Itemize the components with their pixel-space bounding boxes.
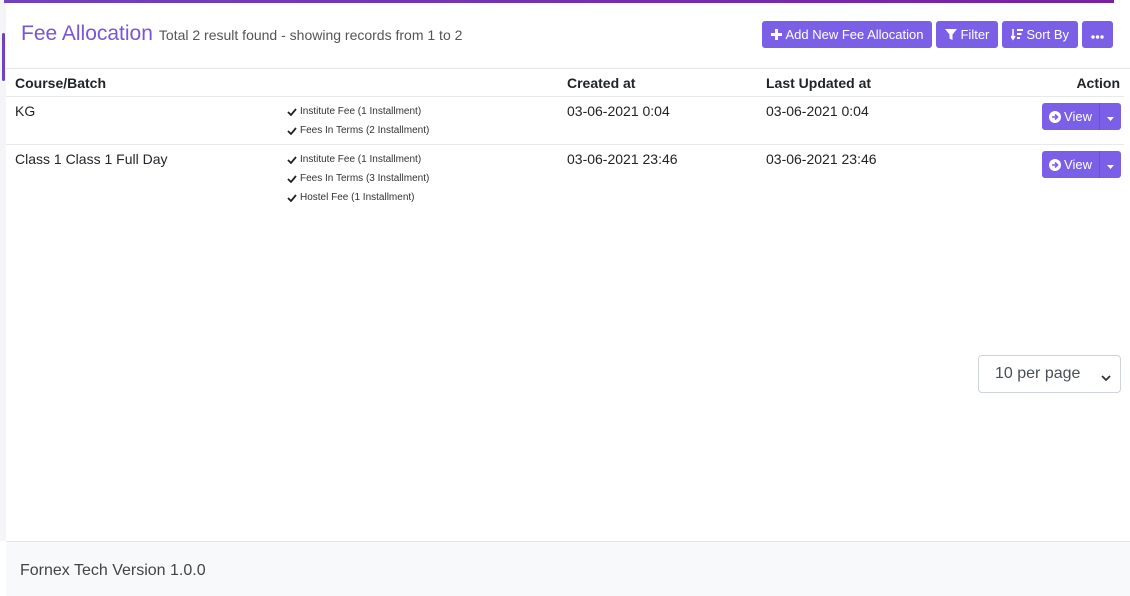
fee-item-label: Institute Fee (1 Installment) [300, 106, 422, 117]
fee-item-label: Fees In Terms (2 Installment) [300, 125, 430, 136]
fee-item: Fees In Terms (2 Installment) [287, 121, 549, 140]
fee-item-label: Institute Fee (1 Installment) [300, 154, 422, 165]
fees-cell: Institute Fee (1 Installment) Fees In Te… [278, 96, 558, 145]
view-dropdown-toggle[interactable] [1099, 103, 1121, 130]
arrow-circle-right-icon [1049, 110, 1062, 123]
footer-version-text: Fornex Tech Version 1.0.0 [20, 562, 206, 579]
fee-allocation-table: Course/Batch Created at Last Updated at … [6, 69, 1124, 211]
toolbar: Add New Fee Allocation Filter Sort By [762, 21, 1113, 48]
table-row: KG Institute Fee (1 Installment) Fees In… [6, 96, 1124, 145]
updated-at-cell: 03-06-2021 0:04 [757, 96, 1025, 145]
per-page-select[interactable]: 10 per page [978, 355, 1121, 393]
updated-at-cell: 03-06-2021 23:46 [766, 151, 877, 167]
fee-item: Institute Fee (1 Installment) [287, 150, 549, 169]
caret-down-icon [1107, 109, 1114, 124]
fee-item-label: Fees In Terms (3 Installment) [300, 173, 430, 184]
column-header-action: Action [1025, 69, 1124, 97]
created-at-cell: 03-06-2021 0:04 [558, 96, 757, 145]
page-title-text: Fee Allocation [21, 22, 153, 45]
check-icon [287, 107, 297, 116]
course-cell: Class 1 Class 1 Full Day [15, 151, 168, 167]
table-header-row: Course/Batch Created at Last Updated at … [6, 69, 1124, 97]
arrow-circle-right-icon [1049, 158, 1062, 171]
per-page-value: 10 per page [995, 365, 1081, 382]
page-header: Fee Allocation Total 2 result found - sho… [6, 3, 1130, 69]
fee-item-label: Hostel Fee (1 Installment) [300, 192, 415, 203]
column-header-created: Created at [558, 69, 757, 97]
check-icon [287, 155, 297, 164]
chevron-down-icon [1101, 369, 1111, 387]
view-button-label: View [1064, 157, 1092, 172]
view-split-button: View [1042, 103, 1121, 130]
action-cell: View [1025, 96, 1124, 145]
created-at-cell: 03-06-2021 23:46 [567, 151, 678, 167]
caret-down-icon [1107, 157, 1114, 172]
check-icon [287, 126, 297, 135]
table-row: Class 1 Class 1 Full Day Institute Fee (… [6, 145, 1124, 212]
page-title: Fee Allocation Total 2 result found - sho… [21, 22, 462, 46]
fee-item: Hostel Fee (1 Installment) [287, 188, 549, 207]
view-button-label: View [1064, 109, 1092, 124]
footer: Fornex Tech Version 1.0.0 [6, 541, 1130, 596]
add-fee-allocation-button[interactable]: Add New Fee Allocation [762, 21, 933, 48]
plus-icon [771, 29, 783, 40]
ellipsis-icon [1091, 27, 1104, 42]
more-options-button[interactable] [1082, 21, 1113, 48]
filter-icon [945, 28, 958, 41]
view-split-button: View [1042, 151, 1121, 178]
view-button[interactable]: View [1042, 151, 1099, 178]
view-dropdown-toggle[interactable] [1099, 151, 1121, 178]
fee-list: Institute Fee (1 Installment) Fees In Te… [287, 102, 549, 140]
column-header-course: Course/Batch [6, 69, 278, 97]
check-icon [287, 193, 297, 202]
filter-label: Filter [960, 27, 990, 42]
result-summary: Total 2 result found - showing records f… [158, 27, 463, 43]
view-button[interactable]: View [1042, 103, 1099, 130]
fee-list: Institute Fee (1 Installment) Fees In Te… [287, 150, 549, 207]
active-indicator [2, 33, 5, 81]
filter-button[interactable]: Filter [936, 21, 999, 48]
sort-icon [1011, 28, 1024, 41]
fee-item: Fees In Terms (3 Installment) [287, 169, 549, 188]
check-icon [287, 174, 297, 183]
add-fee-allocation-label: Add New Fee Allocation [785, 27, 924, 42]
action-cell: View [1025, 145, 1124, 212]
fees-cell: Institute Fee (1 Installment) Fees In Te… [278, 145, 558, 212]
column-header-fees [278, 69, 558, 97]
column-header-updated: Last Updated at [757, 69, 1025, 97]
sort-button[interactable]: Sort By [1002, 21, 1078, 48]
fee-item: Institute Fee (1 Installment) [287, 102, 549, 121]
course-cell: KG [6, 96, 278, 145]
sort-label: Sort By [1026, 27, 1069, 42]
